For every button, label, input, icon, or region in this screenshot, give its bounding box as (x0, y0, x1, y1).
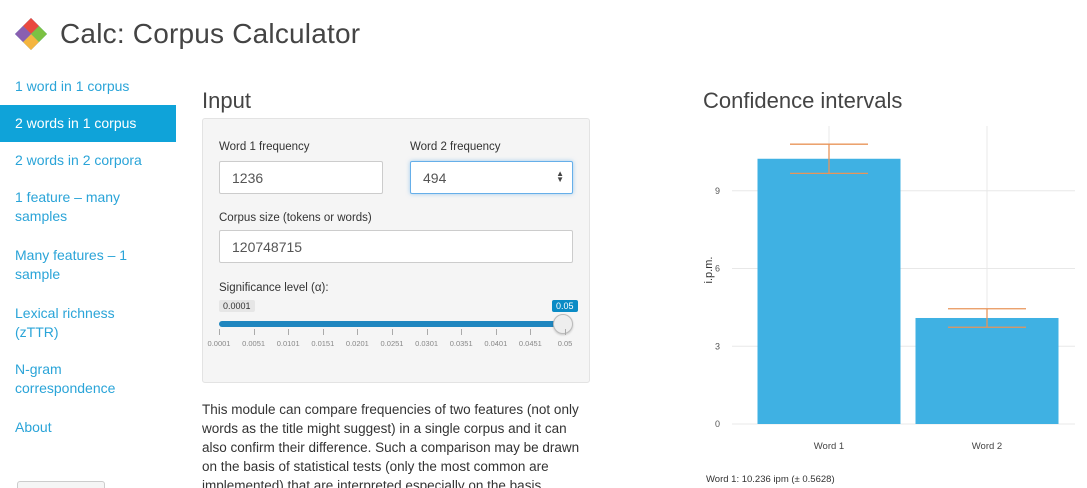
slider-tick (565, 329, 566, 335)
slider-tick (253, 329, 255, 335)
bar (757, 158, 901, 424)
slider-tick (530, 329, 532, 335)
slider-tick (426, 329, 428, 335)
y-axis-label: i.p.m. (703, 257, 715, 284)
word2-label: Word 2 frequency (410, 141, 501, 153)
sidebar-item[interactable]: 1 feature – many samples (0, 179, 176, 237)
y-tick-label: 3 (715, 341, 720, 351)
slider-min-badge: 0.0001 (219, 300, 255, 312)
corpus-size-input[interactable]: 120748715 (219, 230, 573, 263)
y-tick-label: 9 (715, 186, 720, 196)
results-heading: Confidence intervals (703, 88, 903, 113)
x-tick-label: Word 2 (972, 441, 1002, 452)
significance-label: Significance level (α): (219, 282, 329, 294)
slider-tick (461, 329, 463, 335)
sidebar-item[interactable]: 2 words in 2 corpora (0, 142, 176, 179)
slider-tick (322, 329, 324, 335)
slider-value-badge: 0.05 (552, 300, 578, 312)
corpus-size-label: Corpus size (tokens or words) (219, 212, 372, 224)
sidebar-item[interactable]: About (0, 409, 176, 446)
y-tick-label: 6 (715, 264, 720, 274)
sidebar-bottom-button[interactable] (17, 481, 105, 488)
sidebar-item[interactable]: Lexical richness (zTTR) (0, 295, 176, 351)
significance-slider-track[interactable] (219, 321, 565, 327)
slider-tick-label: 0.0101 (276, 339, 300, 348)
app-logo-icon (15, 18, 47, 50)
y-tick-label: 0 (715, 419, 720, 429)
word1-stat-line: Word 1: 10.236 ipm (± 0.5628) (706, 474, 835, 485)
word1-label: Word 1 frequency (219, 141, 310, 153)
corpus-size-value: 120748715 (232, 238, 303, 255)
slider-tick-label: 0.0251 (380, 339, 404, 348)
slider-tick-label: 0.0451 (518, 339, 542, 348)
slider-tick-label: 0.0301 (415, 339, 439, 348)
slider-tick (495, 329, 497, 335)
slider-tick-label: 0.05 (557, 339, 573, 348)
slider-tick-label: 0.0201 (345, 339, 369, 348)
module-description: This module can compare frequencies of t… (202, 402, 580, 488)
slider-tick-label: 0.0051 (242, 339, 266, 348)
word1-value: 1236 (232, 169, 264, 186)
slider-tick-label: 0.0401 (484, 339, 508, 348)
input-heading: Input (202, 88, 251, 113)
confidence-interval-chart: 0 3 6 9 Word 1 Word 2 i.p.m. (703, 126, 1075, 452)
word2-frequency-input[interactable]: 494 ▲ ▼ (410, 161, 573, 194)
slider-tick-label: 0.0001 (207, 339, 231, 348)
word2-value: 494 (423, 169, 447, 186)
x-tick-label: Word 1 (814, 441, 844, 452)
sidebar-item[interactable]: 1 word in 1 corpus (0, 68, 176, 105)
slider-tick (288, 329, 290, 335)
app-title: Calc: Corpus Calculator (60, 18, 361, 49)
sidebar-item[interactable]: Many features – 1 sample (0, 237, 176, 295)
sidebar-item[interactable]: 2 words in 1 corpus (0, 105, 176, 142)
word1-frequency-input[interactable]: 1236 (219, 161, 383, 194)
sidebar-nav: 1 word in 1 corpus 2 words in 1 corpus 2 w… (0, 68, 176, 446)
slider-tick-label: 0.0351 (449, 339, 473, 348)
bar (915, 317, 1059, 424)
slider-tick (392, 329, 393, 335)
number-spinner-icon[interactable]: ▲ ▼ (556, 170, 564, 184)
input-panel: Word 1 frequency 1236 Word 2 frequency 4… (202, 118, 590, 383)
slider-tick (219, 329, 220, 335)
slider-tick (357, 329, 359, 335)
slider-tick-label: 0.0151 (311, 339, 335, 348)
significance-slider-handle[interactable] (553, 314, 573, 334)
app-header: Calc: Corpus Calculator (14, 12, 360, 56)
sidebar-item[interactable]: N-gram correspondence (0, 351, 176, 409)
